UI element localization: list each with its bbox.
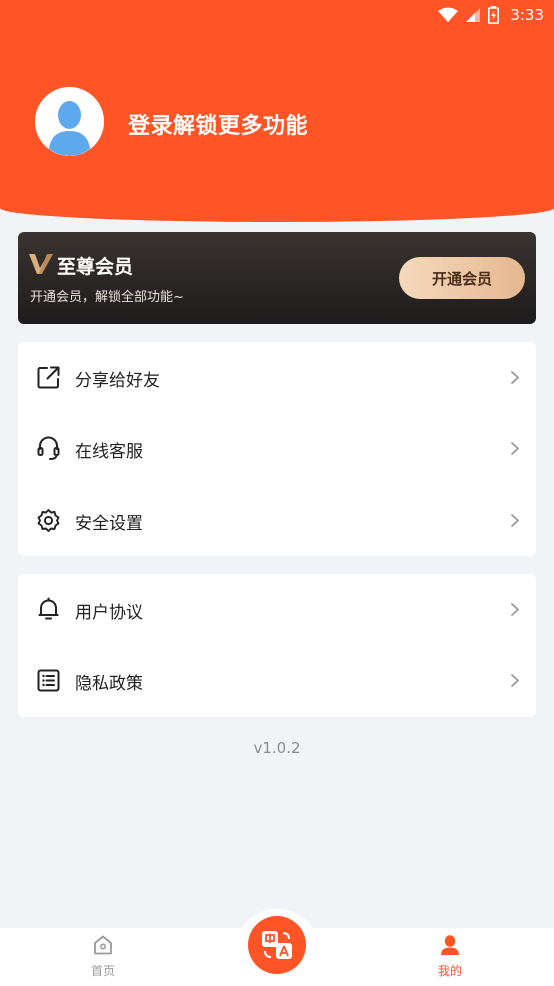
tab-home-label: 首页 [90,964,115,978]
home-icon [94,935,112,955]
vip-logo-icon [29,254,53,274]
share-icon [37,366,60,389]
menu-item-security-settings[interactable]: 安全设置 [18,485,536,556]
avatar-placeholder-icon [35,87,104,156]
menu-item-label: 安全设置 [75,514,143,534]
bell-icon [38,597,59,620]
chevron-right-icon [511,371,519,384]
list-icon [37,669,60,692]
status-bar: 3:33 [438,0,554,30]
open-vip-button[interactable]: 开通会员 [399,257,525,299]
menu-item-label: 隐私政策 [75,674,143,694]
menu-item-customer-service[interactable]: 在线客服 [18,413,536,484]
menu-item-share[interactable]: 分享给好友 [18,342,536,413]
chevron-right-icon [511,674,519,687]
tab-home[interactable]: 首页 [63,928,143,986]
vip-title: 至尊会员 [57,256,134,278]
menu-item-label: 用户协议 [75,603,143,623]
wifi-icon [438,7,459,22]
user-icon [441,935,459,955]
menu-card-primary: 分享给好友 在线客服 安全设置 [18,342,536,556]
signal-icon [466,8,481,22]
tab-mine[interactable]: 我的 [410,928,490,986]
headset-icon [37,436,60,460]
translate-icon [262,931,292,959]
status-time: 3:33 [510,6,544,24]
gear-icon [37,509,60,532]
login-prompt[interactable]: 登录解锁更多功能 [128,108,308,140]
tab-mine-label: 我的 [437,964,462,978]
chevron-right-icon [511,603,519,616]
translate-button[interactable] [248,916,306,974]
battery-icon [488,6,500,24]
chevron-right-icon [511,514,519,527]
profile-header: 3:33 登录解锁更多功能 [0,0,554,222]
vip-card[interactable]: 至尊会员 开通会员，解锁全部功能~ 开通会员 [18,232,536,324]
menu-item-privacy-policy[interactable]: 隐私政策 [18,645,536,716]
menu-item-label: 在线客服 [75,442,143,462]
vip-description: 开通会员，解锁全部功能~ [30,290,184,305]
menu-item-user-agreement[interactable]: 用户协议 [18,574,536,645]
menu-item-label: 分享给好友 [75,371,160,391]
avatar[interactable] [35,87,104,156]
chevron-right-icon [511,442,519,455]
app-version: v1.0.2 [253,739,301,757]
menu-card-legal: 用户协议 隐私政策 [18,574,536,717]
